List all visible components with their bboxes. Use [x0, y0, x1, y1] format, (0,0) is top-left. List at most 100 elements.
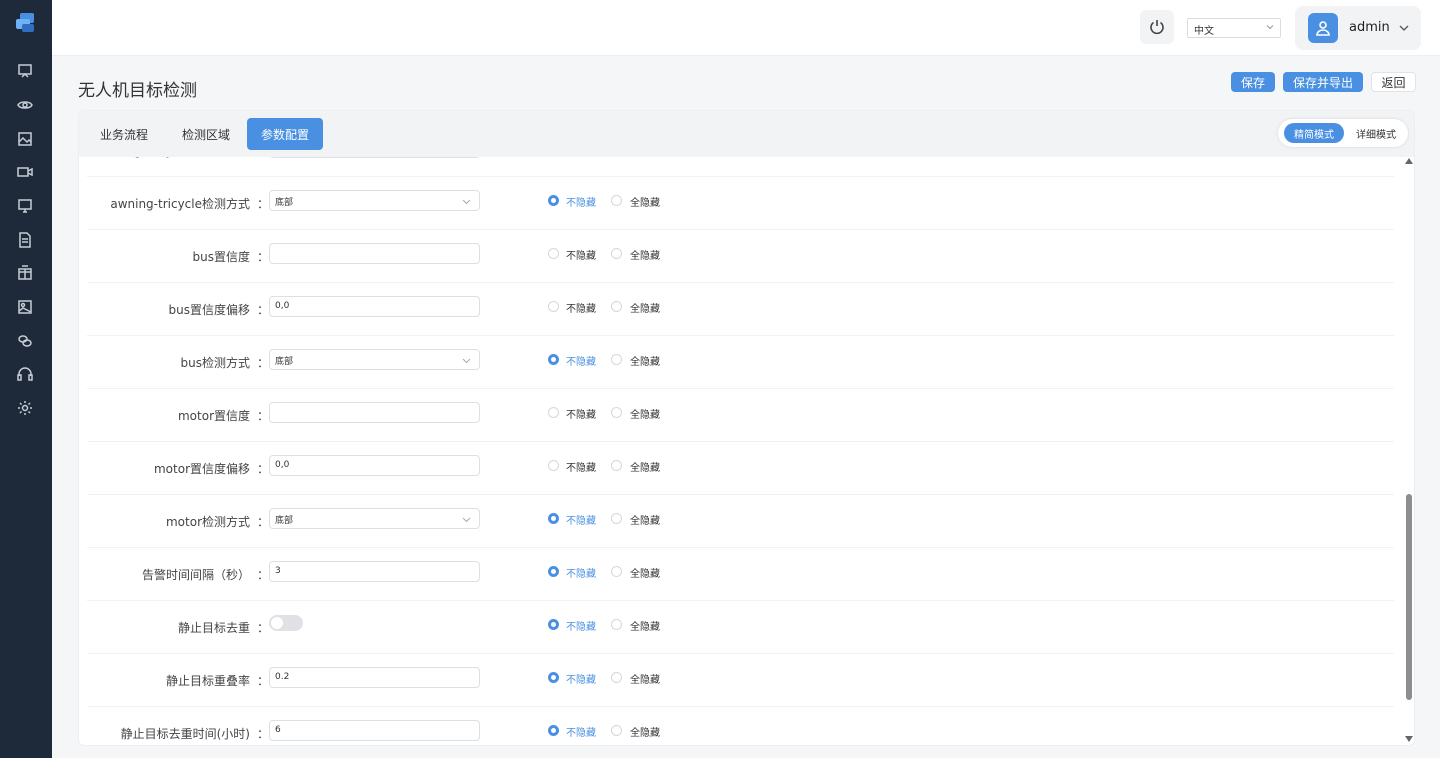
- gallery-icon[interactable]: [16, 298, 34, 316]
- save-button[interactable]: 保存: [1231, 72, 1275, 92]
- eye-icon[interactable]: [16, 96, 34, 114]
- radio-hide[interactable]: [611, 354, 622, 365]
- radio-show[interactable]: [548, 672, 559, 683]
- radio-show[interactable]: [548, 566, 559, 577]
- select-field[interactable]: 底部: [269, 508, 480, 529]
- form-row: 静止目标去重时间(小时) ： 6 不隐藏 全隐藏: [87, 708, 1394, 745]
- radio-show[interactable]: [548, 460, 559, 471]
- tab-detection-area[interactable]: 检测区域: [173, 118, 239, 150]
- text-input[interactable]: 3: [269, 561, 480, 582]
- radio-hide-label: 全隐藏: [630, 675, 660, 686]
- radio-show-label: 不隐藏: [566, 304, 596, 315]
- page-title: 无人机目标检测: [78, 81, 197, 101]
- radio-show-label: 不隐藏: [566, 463, 596, 474]
- input-value: 0,0: [275, 301, 290, 311]
- radio-show[interactable]: [548, 619, 559, 630]
- back-button[interactable]: 返回: [1371, 72, 1416, 92]
- radio-show[interactable]: [548, 725, 559, 736]
- colon: ：: [257, 409, 270, 423]
- headset-icon[interactable]: [16, 365, 34, 383]
- tab-parameters[interactable]: 参数配置: [247, 118, 323, 150]
- colon: ：: [257, 674, 270, 688]
- text-input[interactable]: 6: [269, 720, 480, 741]
- select-field[interactable]: 底部: [269, 349, 480, 370]
- text-input[interactable]: 0,0: [269, 296, 480, 317]
- radio-hide[interactable]: [611, 460, 622, 471]
- radio-hide[interactable]: [611, 619, 622, 630]
- parameter-form: awning-tricycle置信度偏移：0,0不隐藏全隐藏awning-tri…: [87, 157, 1394, 745]
- select-field[interactable]: 底部: [269, 190, 480, 211]
- text-input[interactable]: 0,0: [269, 157, 480, 158]
- power-button[interactable]: [1140, 10, 1174, 44]
- radio-hide[interactable]: [611, 195, 622, 206]
- radio-hide[interactable]: [611, 725, 622, 736]
- tab-workflow[interactable]: 业务流程: [91, 118, 157, 150]
- form-row: 静止目标重叠率 ： 0.2 不隐藏 全隐藏: [87, 655, 1394, 707]
- radio-show-label: 不隐藏: [566, 357, 596, 368]
- radio-show[interactable]: [548, 301, 559, 312]
- radio-show-label: 不隐藏: [566, 569, 596, 580]
- select-value: 底部: [275, 198, 294, 208]
- simple-mode-button[interactable]: 精简模式: [1284, 123, 1344, 143]
- toggle-switch[interactable]: [269, 615, 303, 631]
- user-menu[interactable]: admin: [1295, 6, 1421, 50]
- colon: ：: [257, 197, 270, 211]
- radio-hide-label: 全隐藏: [630, 728, 660, 739]
- scroll-up-arrow-icon[interactable]: [1405, 158, 1413, 164]
- username: admin: [1349, 20, 1390, 35]
- radio-hide[interactable]: [611, 248, 622, 259]
- radio-show[interactable]: [548, 248, 559, 259]
- image-icon[interactable]: [16, 130, 34, 148]
- radio-hide[interactable]: [611, 301, 622, 312]
- radio-show-label: 不隐藏: [566, 622, 596, 633]
- form-row: 告警时间间隔（秒） ： 3 不隐藏 全隐藏: [87, 549, 1394, 601]
- text-input[interactable]: 0.2: [269, 667, 480, 688]
- radio-hide-label: 全隐藏: [630, 251, 660, 262]
- video-icon[interactable]: [16, 163, 34, 181]
- form-row: motor置信度 ： 不隐藏 全隐藏: [87, 390, 1394, 442]
- presentation-icon[interactable]: [16, 62, 34, 80]
- radio-show[interactable]: [548, 354, 559, 365]
- detailed-mode-button[interactable]: 详细模式: [1346, 123, 1406, 143]
- select-value: 底部: [275, 516, 294, 526]
- input-value: 3: [275, 566, 281, 576]
- radio-show-label: 不隐藏: [566, 728, 596, 739]
- save-export-button[interactable]: 保存并导出: [1283, 72, 1363, 92]
- language-select[interactable]: 中文: [1187, 18, 1281, 38]
- form-row: motor置信度偏移 ： 0,0 不隐藏 全隐藏: [87, 443, 1394, 495]
- radio-hide-label: 全隐藏: [630, 622, 660, 633]
- app-logo[interactable]: [12, 10, 40, 38]
- config-panel: 业务流程 检测区域 参数配置 精简模式 详细模式 awning-tricycle…: [78, 110, 1415, 746]
- radio-hide[interactable]: [611, 407, 622, 418]
- radio-show[interactable]: [548, 407, 559, 418]
- document-icon[interactable]: [16, 231, 34, 249]
- text-input[interactable]: [269, 243, 480, 264]
- package-icon[interactable]: [16, 264, 34, 282]
- text-input[interactable]: 0,0: [269, 455, 480, 476]
- chevron-down-icon: [1266, 25, 1274, 30]
- scrollbar[interactable]: [1404, 156, 1414, 746]
- input-value: 6: [275, 725, 281, 735]
- form-row: motor检测方式 ： 底部 不隐藏 全隐藏: [87, 496, 1394, 548]
- form-row: 静止目标去重 ： 不隐藏 全隐藏: [87, 602, 1394, 654]
- radio-hide[interactable]: [611, 672, 622, 683]
- radio-show[interactable]: [548, 513, 559, 524]
- radio-hide-label: 全隐藏: [630, 516, 660, 527]
- radio-hide[interactable]: [611, 513, 622, 524]
- radio-hide-label: 全隐藏: [630, 357, 660, 368]
- text-input[interactable]: [269, 402, 480, 423]
- colon: ：: [257, 250, 270, 264]
- colon: ：: [257, 568, 270, 582]
- field-label: 告警时间间隔（秒）: [141, 568, 250, 582]
- radio-show-label: 不隐藏: [566, 251, 596, 262]
- layers-icon[interactable]: [16, 332, 34, 350]
- monitor-icon[interactable]: [16, 197, 34, 215]
- radio-show[interactable]: [548, 195, 559, 206]
- radio-hide-label: 全隐藏: [630, 569, 660, 580]
- scroll-thumb[interactable]: [1406, 494, 1412, 700]
- colon: ：: [257, 356, 270, 370]
- radio-hide[interactable]: [611, 566, 622, 577]
- scroll-down-arrow-icon[interactable]: [1405, 736, 1413, 742]
- colon: ：: [257, 462, 270, 476]
- settings-icon[interactable]: [16, 399, 34, 417]
